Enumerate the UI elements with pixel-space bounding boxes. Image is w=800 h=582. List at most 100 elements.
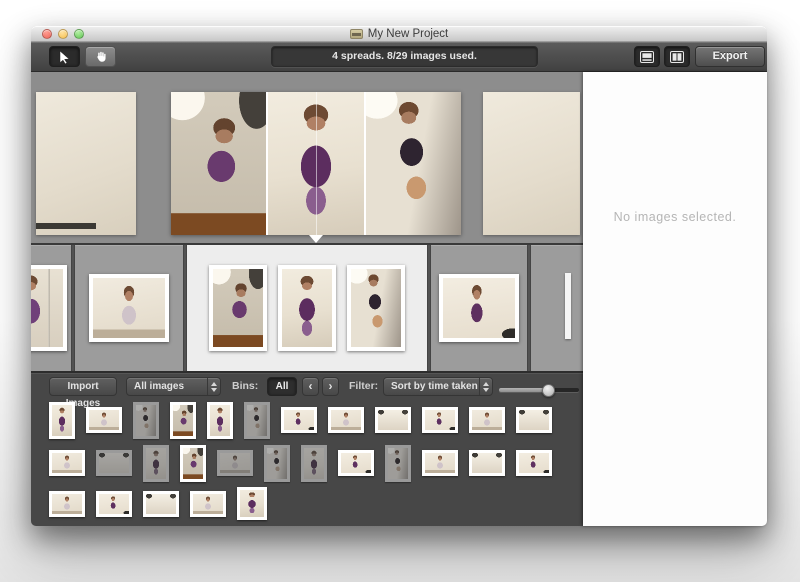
photo-girl-table xyxy=(213,269,263,347)
adjacent-spread-left[interactable] xyxy=(36,92,136,235)
photo-girl-wall xyxy=(304,448,324,479)
editor-pane: Import Images All images Bins: All ‹ › F… xyxy=(31,72,583,526)
photo-girl-chair xyxy=(267,448,287,479)
spread-thumbnail-photo xyxy=(278,265,336,351)
photo-girl-wall xyxy=(282,269,332,347)
canvas-photo-3[interactable] xyxy=(366,92,461,235)
canvas-photo-1[interactable] xyxy=(171,92,266,235)
thumbnail-size-slider[interactable] xyxy=(499,380,579,399)
photo-girl-wall xyxy=(146,448,166,479)
thumbnail[interactable] xyxy=(237,487,267,520)
thumbnail-used[interactable] xyxy=(301,445,327,482)
arrow-cursor-icon xyxy=(58,50,71,64)
photo-girl-wall xyxy=(240,490,264,517)
thumbnail[interactable] xyxy=(49,491,85,517)
layout-filmstrip-icon xyxy=(640,51,654,63)
partial-photo-edge xyxy=(565,273,571,339)
document-icon xyxy=(350,29,363,39)
thumbnail-used[interactable] xyxy=(133,402,159,439)
titlebar[interactable]: My New Project xyxy=(31,26,767,42)
thumbnail-used[interactable] xyxy=(264,445,290,482)
photo-girl-sit xyxy=(220,453,250,473)
spreads-filmstrip xyxy=(31,245,583,371)
spread-thumbnail-photo xyxy=(347,265,405,351)
slider-knob[interactable] xyxy=(542,384,555,397)
thumbnail[interactable] xyxy=(190,491,226,517)
photo-girl-stand xyxy=(425,410,455,430)
export-button[interactable]: Export xyxy=(695,46,765,67)
thumbnail[interactable] xyxy=(328,407,364,433)
thumbnail-used[interactable] xyxy=(217,450,253,476)
photo-girl-chair xyxy=(351,269,401,347)
thumbnail[interactable] xyxy=(143,491,179,517)
layout-filmstrip-view-button[interactable] xyxy=(634,46,660,67)
thumbnail-used[interactable] xyxy=(244,402,270,439)
canvas-photo-2[interactable] xyxy=(268,92,363,235)
thumbnail[interactable] xyxy=(180,445,206,482)
filmstrip-spread-4[interactable] xyxy=(431,245,527,371)
thumbnail[interactable] xyxy=(86,407,122,433)
current-spread[interactable] xyxy=(171,92,461,235)
thumbnail-row-2 xyxy=(31,441,583,485)
photo-girl-sit xyxy=(89,410,119,430)
photo-girl-chair xyxy=(247,405,267,436)
window-title: My New Project xyxy=(368,28,449,40)
browser-controls: Import Images All images Bins: All ‹ › F… xyxy=(31,377,583,397)
layout-sidebar-icon xyxy=(670,51,684,63)
thumbnail-row-3 xyxy=(31,485,583,522)
thumbnail[interactable] xyxy=(469,407,505,433)
thumbnail[interactable] xyxy=(516,450,552,476)
photo-girl-stand xyxy=(519,453,549,473)
photo-room xyxy=(378,410,408,430)
thumbnail[interactable] xyxy=(96,491,132,517)
thumbnail[interactable] xyxy=(375,407,411,433)
previous-bin-button[interactable]: ‹ xyxy=(302,377,319,396)
filmstrip-spread-3-selected[interactable] xyxy=(187,245,427,371)
next-bin-button[interactable]: › xyxy=(322,377,339,396)
thumbnail[interactable] xyxy=(469,450,505,476)
up-down-stepper-icon xyxy=(479,378,492,395)
thumbnail[interactable] xyxy=(281,407,317,433)
image-browser-panel: Import Images All images Bins: All ‹ › F… xyxy=(31,373,583,526)
thumbnail-used[interactable] xyxy=(385,445,411,482)
bins-all-button[interactable]: All xyxy=(267,377,297,396)
import-images-button[interactable]: Import Images xyxy=(49,377,117,396)
thumbnail-grid xyxy=(31,399,583,522)
hand-tool-button[interactable] xyxy=(85,46,116,67)
thumbnail[interactable] xyxy=(422,407,458,433)
source-dropdown-value: All images xyxy=(127,378,207,395)
sort-dropdown[interactable]: Sort by time taken xyxy=(383,377,493,396)
thumbnail[interactable] xyxy=(207,402,233,439)
filmstrip-spread-1[interactable] xyxy=(31,245,71,371)
thumbnail[interactable] xyxy=(516,407,552,433)
adjacent-spread-right[interactable] xyxy=(483,92,580,235)
photo-girl-sit xyxy=(193,494,223,514)
sort-dropdown-value: Sort by time taken xyxy=(384,378,479,395)
thumbnail-used[interactable] xyxy=(143,445,169,482)
filmstrip-spread-2[interactable] xyxy=(75,245,183,371)
filter-label: Filter: xyxy=(349,377,378,396)
thumbnail[interactable] xyxy=(338,450,374,476)
photo-girl-sit xyxy=(425,453,455,473)
thumbnail[interactable] xyxy=(49,402,75,439)
status-bar: 4 spreads. 8/29 images used. xyxy=(271,46,538,67)
photo-girl-stand xyxy=(341,453,371,473)
up-down-stepper-icon xyxy=(207,378,220,395)
thumbnail[interactable] xyxy=(49,450,85,476)
photo-girl-wall xyxy=(52,405,72,436)
layout-sidebar-view-button[interactable] xyxy=(664,46,690,67)
filmstrip-spread-5[interactable] xyxy=(531,245,583,371)
pointer-tool-button[interactable] xyxy=(49,46,80,67)
thumbnail-used[interactable] xyxy=(96,450,132,476)
spread-thumbnail-photo xyxy=(439,274,519,342)
photo-girl-stand xyxy=(99,494,129,514)
no-selection-message: No images selected. xyxy=(583,210,767,224)
spread-thumbnail-photo xyxy=(89,274,169,342)
spread-canvas[interactable] xyxy=(31,72,583,243)
photo-room xyxy=(146,494,176,514)
photo-girl-stand xyxy=(443,278,515,338)
thumbnail[interactable] xyxy=(422,450,458,476)
thumbnail[interactable] xyxy=(170,402,196,439)
source-dropdown[interactable]: All images xyxy=(126,377,221,396)
photo-girl-sit xyxy=(331,410,361,430)
